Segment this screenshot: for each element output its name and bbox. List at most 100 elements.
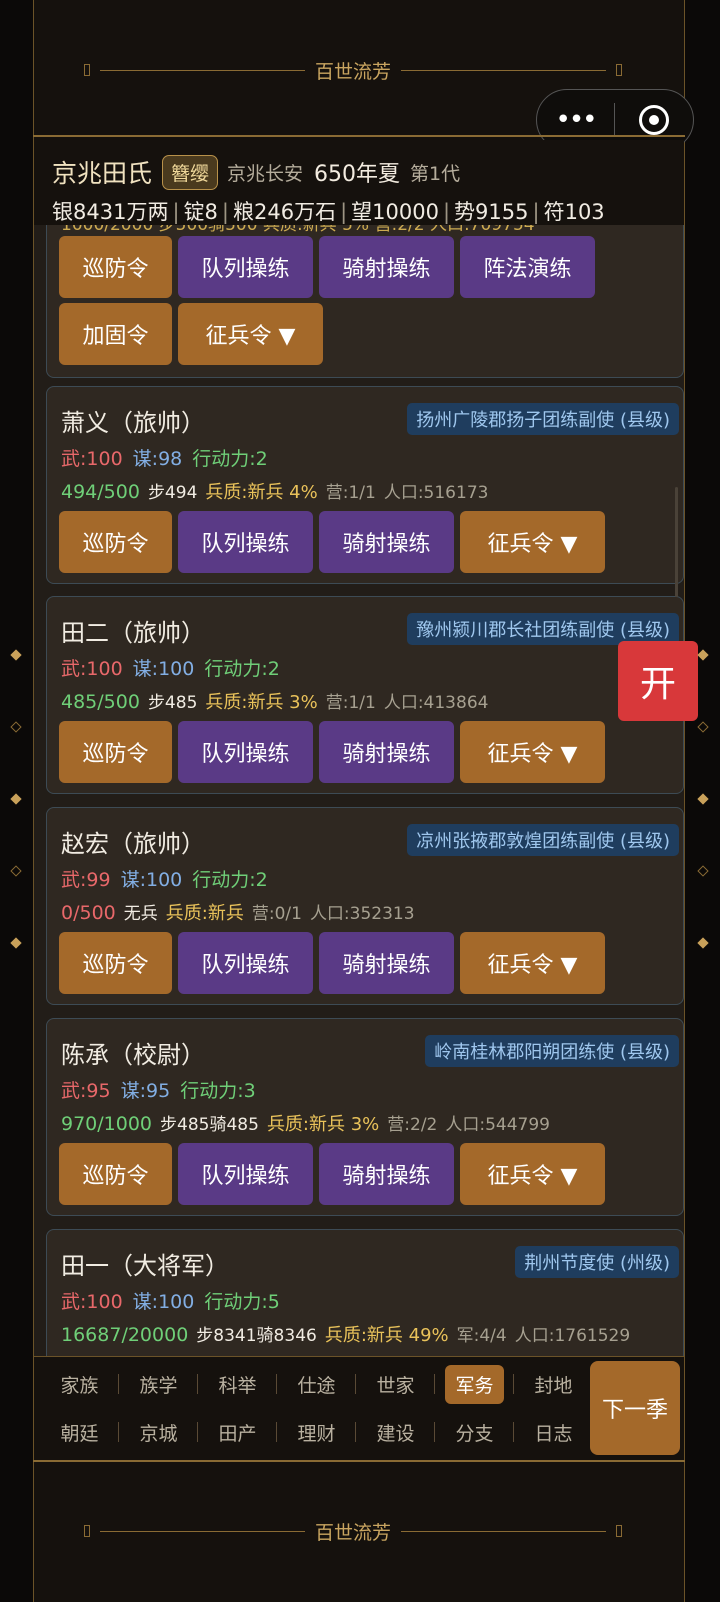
patrol-button[interactable]: 巡防令: [59, 932, 172, 994]
side-diamond-icon: [10, 937, 22, 949]
nav-career[interactable]: 仕途: [277, 1366, 356, 1402]
camp-count: 营:0/1: [251, 904, 302, 924]
resource-power: 势9155: [454, 200, 529, 224]
general-card: 田一（大将军） 荆州节度使 (州级) 武:100 谋:100 行动力:5 16687…: [46, 1229, 684, 1356]
nav-clans[interactable]: 世家: [356, 1366, 435, 1402]
formation-button[interactable]: 阵法演练: [460, 236, 595, 298]
military-list[interactable]: 1000/2000 步500骑500 兵质:新兵 5% 营:2/2 人口:709…: [34, 225, 684, 1356]
more-dots-icon[interactable]: •••: [537, 105, 614, 135]
patrol-button[interactable]: 巡防令: [59, 511, 172, 573]
troop-quality: 兵质:新兵 49%: [324, 1325, 449, 1346]
troop-count: 485/500: [61, 691, 140, 713]
recruit-button[interactable]: 征兵令 ▼: [460, 511, 605, 573]
troop-quality: 兵质:新兵 3%: [266, 1114, 380, 1135]
next-season-button[interactable]: 下一季: [590, 1361, 680, 1455]
top-ornament: 百世流芳: [84, 60, 623, 83]
recruit-button[interactable]: 征兵令 ▼: [460, 932, 605, 994]
drill-button[interactable]: 队列操练: [178, 721, 313, 783]
patrol-button[interactable]: 巡防令: [59, 1143, 172, 1205]
archery-button[interactable]: 骑射操练: [319, 1143, 454, 1205]
general-name: 赵宏（旅帅）: [61, 830, 205, 858]
archery-button[interactable]: 骑射操练: [319, 932, 454, 994]
nav-build[interactable]: 建设: [356, 1414, 435, 1450]
side-diamond-icon: [697, 649, 709, 661]
troop-quality: 兵质:新兵 4%: [205, 482, 318, 503]
nav-log[interactable]: 日志: [514, 1414, 593, 1450]
population: 人口:352313: [309, 904, 415, 924]
nav-school[interactable]: 族学: [119, 1366, 198, 1402]
nav-military[interactable]: 军务: [435, 1364, 514, 1404]
general-name: 陈承（校尉）: [61, 1041, 205, 1069]
nav-farmland[interactable]: 田产: [198, 1414, 277, 1450]
general-card: 陈承（校尉） 岭南桂林郡阳朔团练使 (县级) 武:95 谋:95 行动力:3 970…: [46, 1018, 684, 1216]
app-title: 百世流芳: [315, 60, 392, 83]
nav-fief[interactable]: 封地: [514, 1366, 593, 1402]
troop-count: 16687/20000: [61, 1324, 189, 1346]
general-card-partial: 1000/2000 步500骑500 兵质:新兵 5% 营:2/2 人口:709…: [46, 225, 684, 378]
nav-exam[interactable]: 科举: [198, 1366, 277, 1402]
population: 人口:413864: [383, 693, 489, 713]
general-name: 田一（大将军）: [61, 1252, 229, 1280]
population: 人口:544799: [445, 1115, 550, 1135]
martial-stat: 武:100: [61, 658, 123, 680]
archery-button[interactable]: 骑射操练: [319, 721, 454, 783]
side-diamond-icon: [10, 793, 22, 805]
drill-button[interactable]: 队列操练: [178, 236, 313, 298]
fortify-button[interactable]: 加固令: [59, 303, 172, 365]
troop-count: 494/500: [61, 481, 140, 503]
resource-prestige: 望10000: [351, 200, 439, 224]
header-divider: [33, 135, 685, 137]
action-points: 行动力:2: [192, 869, 268, 891]
family-header: 京兆田氏 簪缨 京兆长安 650年夏 第1代 银8431万两 | 锭8 | 粮246万石…: [34, 140, 684, 225]
resource-ingot: 锭8: [183, 200, 218, 224]
archery-button[interactable]: 骑射操练: [319, 511, 454, 573]
nav-branch[interactable]: 分支: [435, 1414, 514, 1450]
nav-capital[interactable]: 京城: [119, 1414, 198, 1450]
drill-button[interactable]: 队列操练: [178, 1143, 313, 1205]
recruit-button[interactable]: 征兵令 ▼: [460, 1143, 605, 1205]
target-circle-icon[interactable]: [615, 105, 693, 135]
footer-divider: [33, 1460, 685, 1462]
side-diamond-icon: [10, 721, 22, 733]
drill-button[interactable]: 队列操练: [178, 932, 313, 994]
population: 人口:516173: [383, 483, 489, 503]
resource-bar: 银8431万两 | 锭8 | 粮246万石 | 望10000 | 势9155 | 符103: [52, 200, 605, 224]
general-card: 萧义（旅帅） 扬州广陵郡扬子团练副使 (县级) 武:100 谋:98 行动力:2 4…: [46, 386, 684, 584]
scrollbar[interactable]: [675, 487, 678, 597]
family-name: 京兆田氏: [52, 159, 153, 188]
troop-quality: 兵质:新兵: [165, 903, 244, 924]
camp-count: 营:2/2: [387, 1115, 438, 1135]
nav-finance[interactable]: 理财: [277, 1414, 356, 1450]
resource-grain: 粮246万石: [232, 200, 337, 224]
general-name: 田二（旅帅）: [61, 619, 205, 647]
troop-composition: 步485骑485: [160, 1115, 259, 1135]
resource-talisman: 符103: [543, 200, 605, 224]
office-badge: 荆州节度使 (州级): [515, 1246, 679, 1278]
camp-count: 营:1/1: [325, 693, 376, 713]
open-float-button[interactable]: 开: [618, 641, 698, 721]
drill-button[interactable]: 队列操练: [178, 511, 313, 573]
patrol-button[interactable]: 巡防令: [59, 236, 172, 298]
office-badge: 凉州张掖郡敦煌团练副使 (县级): [407, 824, 679, 856]
recruit-button[interactable]: 征兵令 ▼: [460, 721, 605, 783]
troop-count: 970/1000: [61, 1113, 153, 1135]
patrol-button[interactable]: 巡防令: [59, 721, 172, 783]
troop-composition: 无兵: [123, 904, 158, 924]
action-points: 行动力:5: [204, 1291, 280, 1313]
camp-count: 军:4/4: [456, 1326, 507, 1346]
app-title-footer: 百世流芳: [315, 1521, 392, 1544]
troop-count: 0/500: [61, 902, 116, 924]
general-name: 萧义（旅帅）: [61, 409, 205, 437]
general-card: 赵宏（旅帅） 凉州张掖郡敦煌团练副使 (县级) 武:99 谋:100 行动力:2 0…: [46, 807, 684, 1005]
general-card: 田二（旅帅） 豫州颍川郡长社团练副使 (县级) 武:100 谋:100 行动力:2 …: [46, 596, 684, 794]
martial-stat: 武:100: [61, 1291, 123, 1313]
office-badge: 岭南桂林郡阳朔团练使 (县级): [425, 1035, 679, 1067]
bottom-ornament: 百世流芳: [84, 1521, 623, 1544]
archery-button[interactable]: 骑射操练: [319, 236, 454, 298]
current-year: 650年夏: [314, 162, 401, 187]
rank-badge: 簪缨: [162, 154, 219, 190]
recruit-button[interactable]: 征兵令 ▼: [178, 303, 323, 365]
nav-court[interactable]: 朝廷: [40, 1414, 119, 1450]
bottom-nav: 家族 族学 科举 仕途 世家 军务 封地 朝廷 京城 田产 理财 建设 分支 日…: [34, 1356, 684, 1461]
nav-family[interactable]: 家族: [40, 1366, 119, 1402]
